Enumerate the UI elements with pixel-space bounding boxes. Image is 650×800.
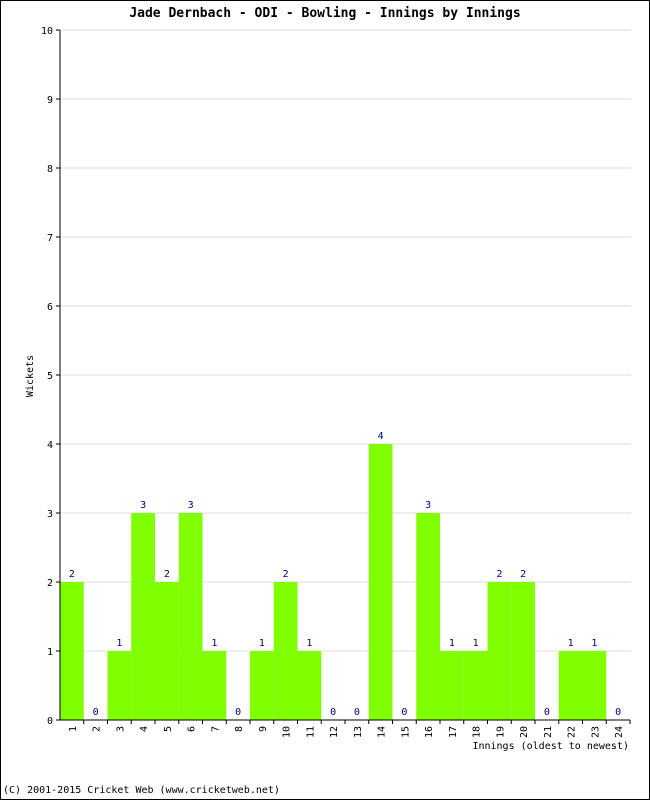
x-tick-label: 5 — [163, 726, 174, 732]
x-tick-label: 23 — [590, 726, 601, 738]
y-tick-label: 1 — [47, 647, 53, 658]
data-label: 1 — [568, 638, 574, 649]
bar — [297, 651, 322, 720]
bar — [416, 513, 440, 720]
bar — [440, 651, 464, 720]
y-tick-label: 6 — [47, 302, 53, 313]
x-tick-label: 4 — [139, 726, 150, 732]
data-label: 0 — [330, 707, 336, 718]
y-tick-label: 7 — [47, 233, 53, 244]
data-label: 0 — [354, 707, 360, 718]
y-tick-label: 10 — [41, 26, 53, 37]
data-label: 2 — [164, 569, 170, 580]
x-tick-label: 1 — [68, 726, 79, 732]
data-label: 2 — [283, 569, 289, 580]
x-tick-label: 13 — [353, 726, 364, 738]
y-tick-label: 5 — [47, 371, 53, 382]
bar — [131, 513, 155, 720]
data-label: 0 — [401, 707, 407, 718]
data-label: 3 — [188, 500, 194, 511]
data-label: 1 — [259, 638, 265, 649]
data-label: 2 — [520, 569, 526, 580]
x-tick-label: 19 — [495, 726, 506, 738]
bar — [463, 651, 488, 720]
y-tick-label: 8 — [47, 164, 53, 175]
chart-title: Jade Dernbach - ODI - Bowling - Innings … — [129, 6, 520, 21]
data-label: 3 — [425, 500, 431, 511]
y-tick-label: 0 — [47, 716, 53, 727]
x-tick-label: 22 — [567, 726, 578, 738]
copyright-footer: (C) 2001-2015 Cricket Web (www.cricketwe… — [3, 785, 280, 796]
bar — [511, 582, 535, 720]
y-tick-label: 4 — [47, 440, 53, 451]
data-label: 1 — [591, 638, 597, 649]
data-label: 1 — [306, 638, 312, 649]
y-tick-label: 9 — [47, 95, 53, 106]
x-tick-label: 8 — [234, 726, 245, 732]
data-label: 1 — [116, 638, 122, 649]
data-label: 0 — [235, 707, 241, 718]
data-label: 4 — [378, 431, 384, 442]
bar — [107, 651, 132, 720]
bar — [487, 582, 512, 720]
bar — [60, 582, 84, 720]
bar — [558, 651, 583, 720]
bar — [368, 444, 393, 720]
bar — [178, 513, 203, 720]
bar — [202, 651, 227, 720]
y-axis-label: Wickets — [25, 355, 36, 397]
bar — [273, 582, 298, 720]
bar-chart: Jade Dernbach - ODI - Bowling - Innings … — [25, 6, 631, 752]
x-tick-label: 14 — [377, 726, 388, 738]
x-tick-label: 9 — [258, 726, 269, 732]
data-label: 1 — [449, 638, 455, 649]
x-tick-label: 10 — [282, 726, 293, 738]
data-label: 2 — [496, 569, 502, 580]
data-label: 3 — [140, 500, 146, 511]
x-tick-label: 24 — [614, 726, 625, 738]
x-tick-label: 11 — [305, 726, 316, 738]
x-tick-label: 17 — [448, 726, 459, 738]
x-tick-label: 2 — [92, 726, 103, 732]
x-tick-label: 16 — [424, 726, 435, 738]
x-tick-labels: 1 2 3 4 5 6 7 8 9 10 11 12 13 14 15 16 17 18 19 20 21 22 23 24 — [68, 726, 625, 738]
data-label: 1 — [211, 638, 217, 649]
x-tick-label: 3 — [115, 726, 126, 732]
data-label: 0 — [93, 707, 99, 718]
x-tick-label: 12 — [329, 726, 340, 738]
x-tick-label: 21 — [543, 726, 554, 738]
y-tick-label: 2 — [47, 578, 53, 589]
bar — [250, 651, 274, 720]
x-tick-label: 15 — [400, 726, 411, 738]
data-label: 0 — [544, 707, 550, 718]
x-tick-label: 6 — [187, 726, 198, 732]
bar — [582, 651, 607, 720]
y-tick-labels: 0 1 2 3 4 5 6 7 8 9 10 — [41, 26, 53, 727]
x-tick-label: 7 — [210, 726, 221, 732]
bar — [155, 582, 179, 720]
x-tick-label: 20 — [519, 726, 530, 738]
data-label: 1 — [473, 638, 479, 649]
x-axis-label: Innings (oldest to newest) — [472, 741, 629, 752]
x-tick-label: 18 — [472, 726, 483, 738]
data-label: 0 — [615, 707, 621, 718]
data-label: 2 — [69, 569, 75, 580]
y-tick-label: 3 — [47, 509, 53, 520]
